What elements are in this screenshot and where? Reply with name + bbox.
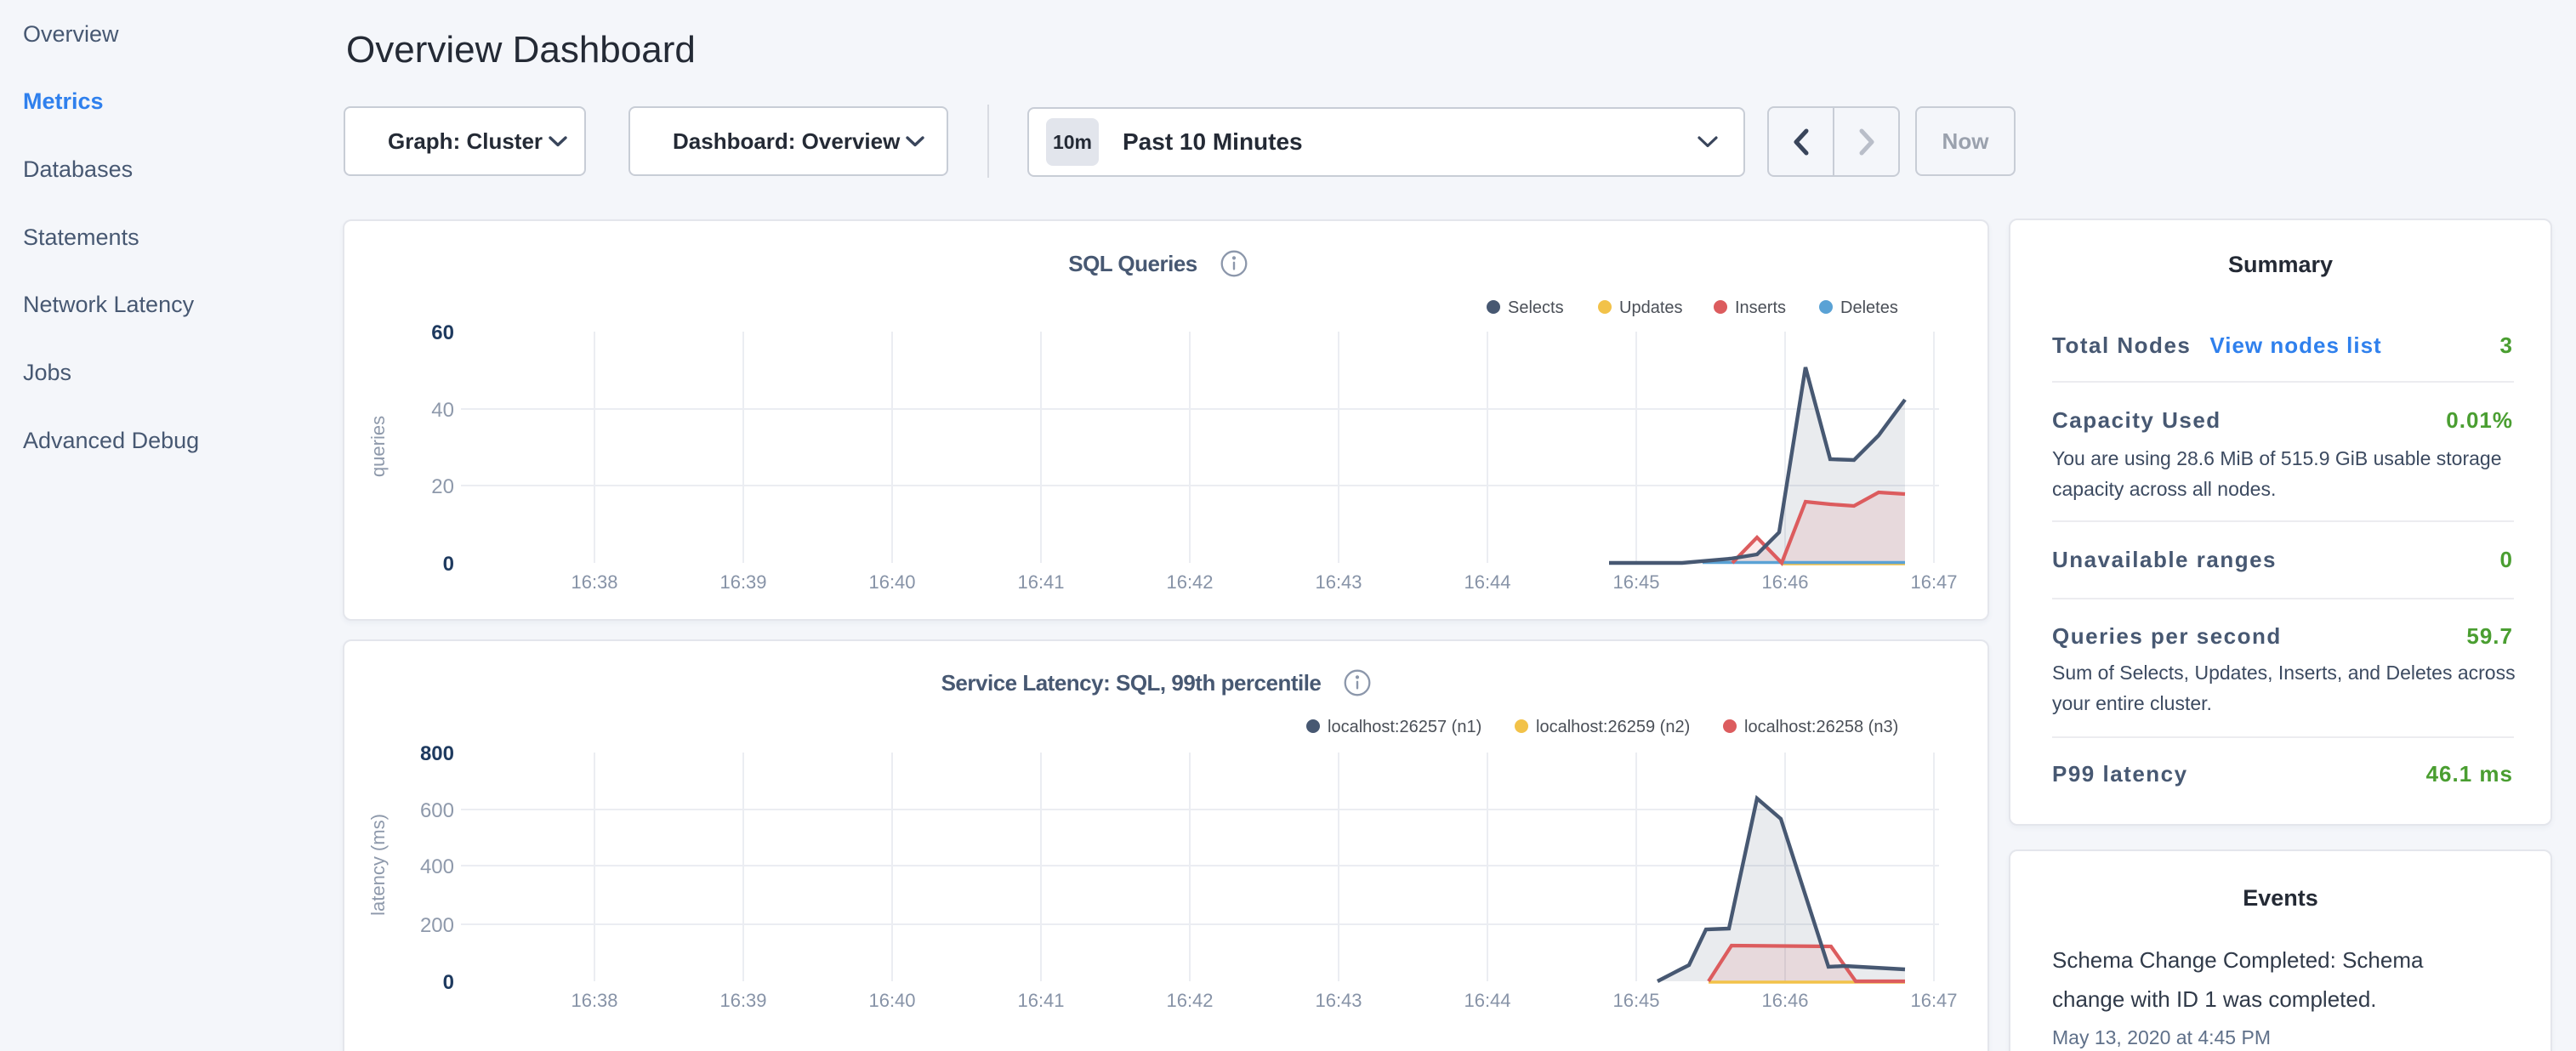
svg-text:16:39: 16:39 [719,571,766,593]
svg-text:16:46: 16:46 [1761,990,1808,1011]
svg-text:16:45: 16:45 [1612,571,1659,593]
svg-text:16:46: 16:46 [1761,571,1808,593]
svg-text:200: 200 [420,914,454,937]
svg-text:16:40: 16:40 [868,571,915,593]
svg-text:0: 0 [443,553,454,576]
svg-text:localhost:26258 (n3): localhost:26258 (n3) [1744,718,1898,736]
svg-text:latency (ms): latency (ms) [367,814,389,916]
svg-text:16:43: 16:43 [1315,990,1362,1011]
svg-text:16:42: 16:42 [1166,571,1213,593]
svg-text:16:38: 16:38 [571,571,617,593]
svg-text:localhost:26257 (n1): localhost:26257 (n1) [1328,718,1481,736]
svg-text:16:38: 16:38 [571,990,617,1011]
svg-text:Deletes: Deletes [1840,298,1898,317]
svg-text:16:39: 16:39 [719,990,766,1011]
svg-text:600: 600 [420,799,454,822]
svg-text:queries: queries [367,416,389,477]
svg-text:16:44: 16:44 [1464,990,1510,1011]
svg-text:Updates: Updates [1619,298,1683,317]
svg-text:60: 60 [431,321,454,344]
svg-text:16:47: 16:47 [1910,990,1957,1011]
svg-text:16:40: 16:40 [868,990,915,1011]
svg-text:localhost:26259 (n2): localhost:26259 (n2) [1536,718,1690,736]
svg-text:16:47: 16:47 [1910,571,1957,593]
svg-text:400: 400 [420,855,454,878]
svg-text:16:41: 16:41 [1017,571,1064,593]
svg-text:Inserts: Inserts [1735,298,1786,317]
svg-text:20: 20 [431,475,454,498]
svg-text:16:43: 16:43 [1315,571,1362,593]
svg-text:Selects: Selects [1508,298,1564,317]
svg-text:16:44: 16:44 [1464,571,1510,593]
svg-text:800: 800 [420,742,454,765]
svg-text:16:42: 16:42 [1166,990,1213,1011]
svg-text:40: 40 [431,399,454,422]
svg-text:16:41: 16:41 [1017,990,1064,1011]
svg-text:0: 0 [443,971,454,994]
svg-text:16:45: 16:45 [1612,990,1659,1011]
